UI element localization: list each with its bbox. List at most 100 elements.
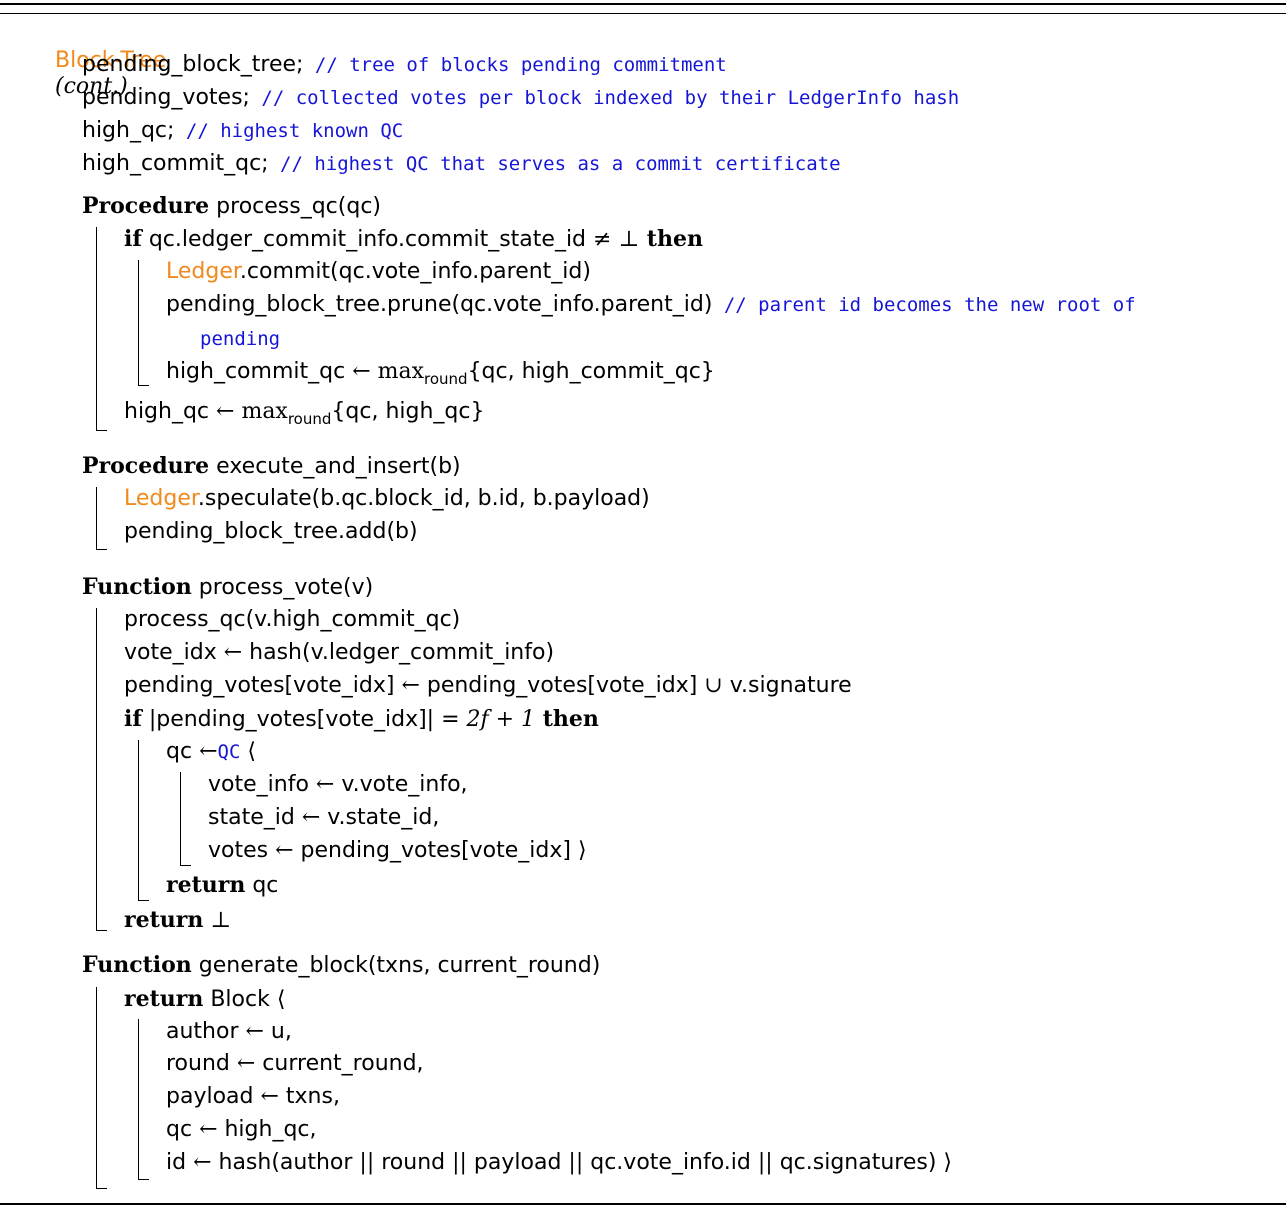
scope-bar-if-commit xyxy=(138,260,149,386)
code-text: ⊥ xyxy=(203,908,232,933)
code-line: high_commit_qc ← maxround{qc, high_commi… xyxy=(166,359,715,388)
code-text: ⟨ xyxy=(240,739,256,764)
code-line: pending_votes; // collected votes per bl… xyxy=(82,85,959,111)
code-keyword: Function xyxy=(82,574,192,600)
code-text: qc.signatures) xyxy=(772,1150,944,1175)
code-line: Function generate_block(txns, current_ro… xyxy=(82,952,600,979)
code-text: payload xyxy=(466,1150,569,1175)
code-comment: // parent id becomes the new root of xyxy=(712,294,1136,316)
code-text: high_qc xyxy=(124,399,217,424)
code-text: execute_and_insert(b) xyxy=(209,454,461,479)
code-text: ← max xyxy=(216,399,288,424)
scope-bar-generate-block xyxy=(96,987,107,1189)
code-keyword: return xyxy=(124,907,204,933)
code-text: id xyxy=(166,1150,194,1175)
code-comment: pending xyxy=(200,328,281,350)
code-text: ∪ xyxy=(704,673,723,698)
scope-bar-process-vote xyxy=(96,608,107,931)
code-text: pending_votes[vote_idx] xyxy=(419,673,705,698)
code-text: pending_votes[vote_idx] xyxy=(124,673,402,698)
top-rule-thin xyxy=(0,13,1286,14)
code-keyword: if xyxy=(124,706,142,732)
code-text: .commit(qc.vote_info.parent_id) xyxy=(239,259,591,284)
code-comment: // highest QC that serves as a commit ce… xyxy=(268,153,841,175)
scope-bar-qc-fields xyxy=(180,772,191,866)
code-text: ← xyxy=(275,838,294,863)
code-line: qc ← high_qc, xyxy=(166,1117,317,1143)
code-keyword: return xyxy=(124,986,204,1012)
code-line: Ledger.speculate(b.qc.block_id, b.id, b.… xyxy=(124,486,650,512)
code-text: generate_block(txns, current_round) xyxy=(191,953,601,978)
code-text: Block xyxy=(203,987,277,1012)
code-text: ← xyxy=(401,673,420,698)
code-keyword: if xyxy=(124,226,142,252)
code-text: pending_block_tree; xyxy=(82,52,304,77)
code-line: if |pending_votes[vote_idx]| = 2f + 1 th… xyxy=(124,706,599,733)
module-name: Ledger xyxy=(166,259,240,284)
code-line: return Block ⟨ xyxy=(124,986,285,1013)
code-text: ← xyxy=(236,1051,256,1076)
code-text: ⟨ xyxy=(276,987,286,1012)
code-text: round xyxy=(166,1051,237,1076)
code-line: high_commit_qc; // highest QC that serve… xyxy=(82,151,841,177)
code-keyword: then xyxy=(535,706,599,732)
code-text: v.signature xyxy=(722,673,852,698)
code-text: ← xyxy=(315,772,335,797)
code-comment: // highest known QC xyxy=(174,120,404,142)
code-text: current_round, xyxy=(255,1051,424,1076)
code-text: high_commit_qc xyxy=(166,359,353,384)
code-text: payload xyxy=(166,1084,261,1109)
code-text: u, xyxy=(263,1019,292,1044)
code-text: ← xyxy=(193,1150,212,1175)
code-text: qc xyxy=(166,1117,200,1142)
code-keyword: return xyxy=(166,872,246,898)
code-text: qc xyxy=(245,873,279,898)
code-text: pending_votes[vote_idx] xyxy=(293,838,578,863)
code-text: hash(v.ledger_commit_info) xyxy=(242,640,555,665)
code-line: if qc.ledger_commit_info.commit_state_id… xyxy=(124,226,703,253)
code-line: qc ←QC ⟨ xyxy=(166,739,256,765)
code-text: || xyxy=(757,1150,773,1175)
code-line: vote_info ← v.vote_info, xyxy=(208,772,468,798)
code-text: ← xyxy=(199,1117,218,1142)
code-text: {qc, high_commit_qc} xyxy=(467,359,715,384)
code-text: pending_block_tree.add(b) xyxy=(124,519,418,544)
code-text: ← xyxy=(199,739,218,764)
code-text: high_commit_qc; xyxy=(82,151,269,176)
code-text: pending_votes; xyxy=(82,85,250,110)
code-keyword: then xyxy=(639,226,703,252)
code-text: v.vote_info, xyxy=(334,772,468,797)
code-line: state_id ← v.state_id, xyxy=(208,805,439,831)
code-text: || xyxy=(452,1150,467,1175)
code-text: process_qc(qc) xyxy=(209,194,381,219)
module-name: Ledger xyxy=(124,486,198,511)
code-text: || xyxy=(359,1150,375,1175)
code-text: hash(author xyxy=(211,1150,360,1175)
code-text: qc xyxy=(166,739,200,764)
top-rule-thick xyxy=(0,3,1286,5)
code-line: pending xyxy=(200,326,280,352)
code-line: Procedure execute_and_insert(b) xyxy=(82,453,461,480)
code-text: qc.vote_info.id xyxy=(583,1150,758,1175)
code-line: process_qc(v.high_commit_qc) xyxy=(124,607,460,633)
code-text: v.state_id, xyxy=(320,805,440,830)
code-line: vote_idx ← hash(v.ledger_commit_info) xyxy=(124,640,554,666)
code-text: txns, xyxy=(278,1084,340,1109)
code-text: ← xyxy=(245,1019,264,1044)
code-line: author ← u, xyxy=(166,1019,292,1045)
code-keyword: Function xyxy=(82,952,192,978)
code-line: high_qc; // highest known QC xyxy=(82,118,403,144)
code-text: state_id xyxy=(208,805,302,830)
code-text: 2f + 1 xyxy=(466,707,536,732)
code-line: pending_votes[vote_idx] ← pending_votes[… xyxy=(124,673,852,699)
code-text: round xyxy=(424,370,468,388)
code-text: ← xyxy=(223,640,243,665)
code-text: ← xyxy=(301,805,321,830)
code-keyword: Procedure xyxy=(82,193,210,219)
code-text: votes xyxy=(208,838,276,863)
code-text: vote_info xyxy=(208,772,316,797)
code-line: high_qc ← maxround{qc, high_qc} xyxy=(124,399,484,428)
code-text: vote_idx xyxy=(124,640,224,665)
code-text: qc.ledger_commit_info.commit_state_id xyxy=(141,227,594,252)
code-text: ⟩ xyxy=(577,838,587,863)
